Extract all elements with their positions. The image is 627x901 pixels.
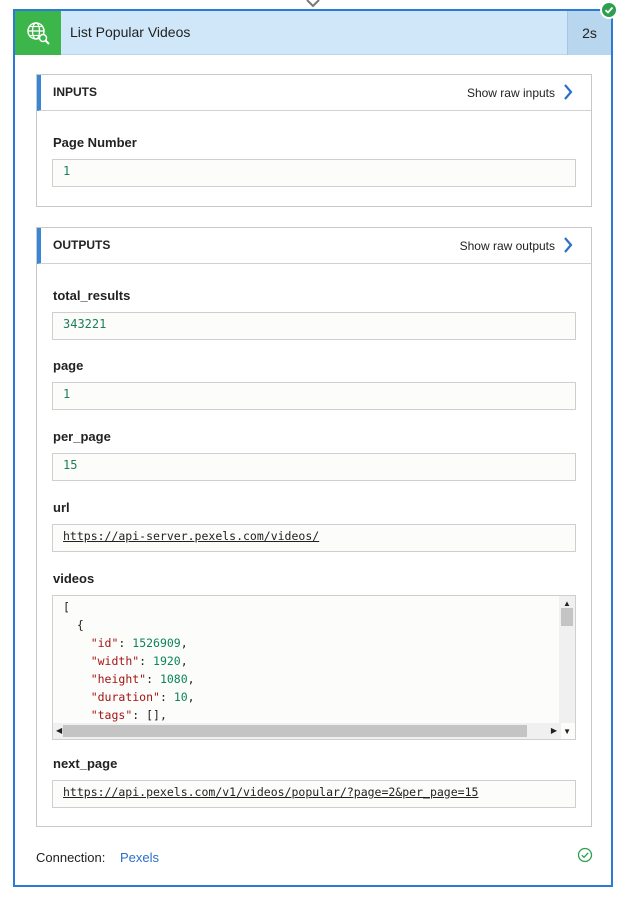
outputs-section: OUTPUTS Show raw outputs total_results 3… (36, 227, 592, 827)
connection-name-link[interactable]: Pexels (120, 850, 159, 865)
action-title: List Popular Videos (70, 24, 191, 40)
show-raw-outputs-link[interactable]: Show raw outputs (460, 239, 555, 253)
scroll-up-icon[interactable]: ▲ (563, 599, 571, 608)
total-results-field[interactable]: 343221 (52, 312, 576, 340)
per-page-field[interactable]: 15 (52, 453, 576, 481)
json-key: "tags" (90, 708, 133, 722)
globe-search-icon (15, 11, 61, 55)
json-line: [ (63, 600, 70, 614)
connection-label: Connection: (36, 850, 106, 865)
json-line: { (76, 618, 84, 632)
card-header[interactable]: List Popular Videos 2s (15, 11, 611, 55)
scroll-left-icon[interactable]: ◀ (56, 726, 62, 735)
url-field[interactable]: https://api-server.pexels.com/videos/ (52, 524, 576, 552)
per-page-value: 15 (63, 458, 78, 472)
page-number-field[interactable]: 1 (52, 159, 576, 187)
url-value[interactable]: https://api-server.pexels.com/videos/ (63, 529, 319, 543)
inputs-title: INPUTS (53, 85, 98, 99)
json-value: [] (146, 708, 160, 722)
json-key: "height" (90, 672, 147, 686)
vertical-scrollbar[interactable]: ▲ (559, 596, 575, 723)
json-line: "id": 1526909, (90, 636, 188, 650)
inputs-section: INPUTS Show raw inputs Page Number 1 (36, 74, 592, 207)
json-key: "width" (90, 654, 140, 668)
page-number-label: Page Number (53, 135, 137, 150)
scroll-down-icon[interactable]: ▼ (563, 727, 571, 736)
json-line: "tags": [], (90, 708, 167, 722)
json-value: 1080 (159, 672, 188, 686)
success-check-icon (600, 1, 618, 19)
horizontal-scroll-thumb[interactable] (63, 725, 527, 737)
chevron-right-icon[interactable] (563, 84, 573, 100)
show-raw-inputs-link[interactable]: Show raw inputs (467, 86, 555, 100)
next-page-value[interactable]: https://api.pexels.com/v1/videos/popular… (63, 785, 478, 799)
outputs-header: OUTPUTS Show raw outputs (37, 228, 591, 264)
scroll-right-icon[interactable]: ▶ (551, 726, 557, 735)
page-label: page (53, 358, 84, 373)
videos-json-viewer[interactable]: [ { "id": 1526909, "width": 1920, "heigh… (52, 595, 576, 740)
json-line: "duration": 10, (90, 690, 195, 704)
connector-arrow-icon (306, 0, 320, 8)
action-card: List Popular Videos 2s INPUTS Show raw i… (13, 9, 613, 887)
total-results-value: 343221 (63, 317, 107, 331)
videos-json-content: [ { "id": 1526909, "width": 1920, "heigh… (63, 598, 541, 739)
next-page-label: next_page (53, 756, 118, 771)
chevron-right-icon[interactable] (563, 237, 573, 253)
json-value: 1920 (153, 654, 181, 668)
inputs-header: INPUTS Show raw inputs (37, 75, 591, 111)
check-circle-icon (577, 847, 593, 863)
vertical-scroll-thumb[interactable] (561, 608, 573, 626)
json-key: "duration" (90, 690, 160, 704)
url-label: url (53, 500, 70, 515)
videos-label: videos (53, 571, 95, 586)
next-page-field[interactable]: https://api.pexels.com/v1/videos/popular… (52, 780, 576, 808)
outputs-title: OUTPUTS (53, 238, 111, 252)
json-line: "height": 1080, (90, 672, 195, 686)
per-page-label: per_page (53, 429, 111, 444)
json-value: 1526909 (132, 636, 181, 650)
json-key: "id" (90, 636, 119, 650)
page-number-value: 1 (63, 164, 71, 178)
page-field[interactable]: 1 (52, 382, 576, 410)
horizontal-scrollbar[interactable]: ◀ ▶ (53, 723, 561, 739)
json-value: 10 (173, 690, 188, 704)
json-line: "width": 1920, (90, 654, 188, 668)
total-results-label: total_results (53, 288, 131, 303)
page-value: 1 (63, 387, 71, 401)
